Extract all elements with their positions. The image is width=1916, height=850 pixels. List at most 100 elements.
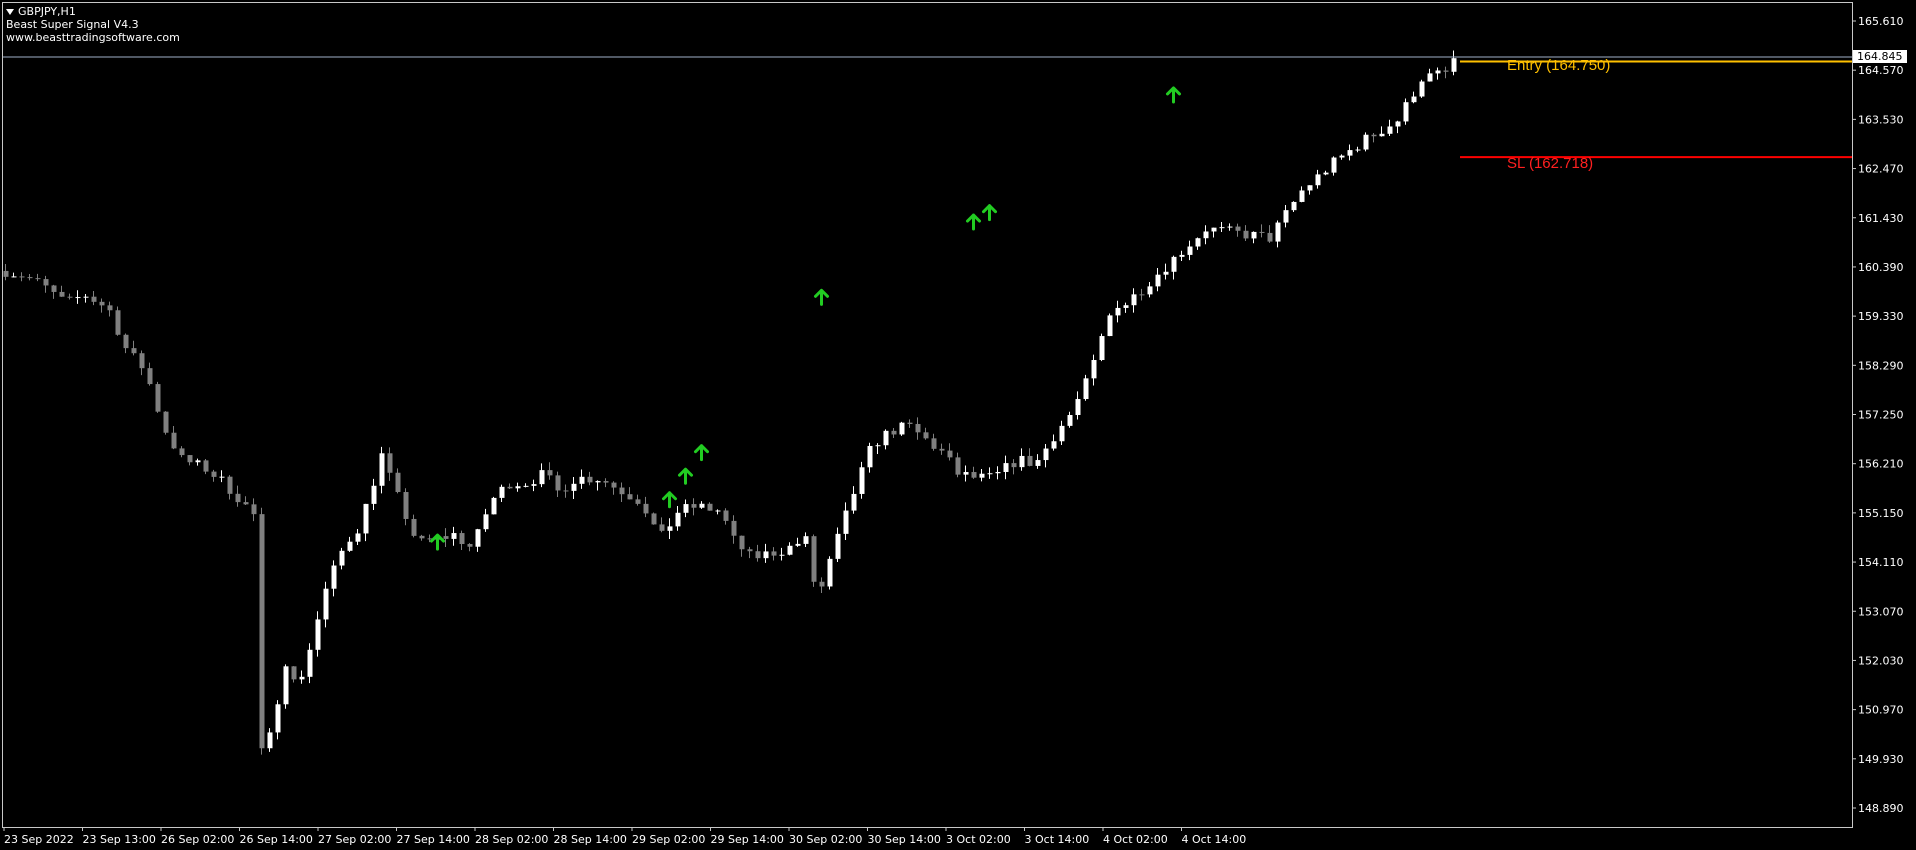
candle (1187, 240, 1193, 261)
x-tick-label: 23 Sep 2022 (4, 833, 74, 846)
candle (851, 486, 857, 514)
candle (515, 482, 521, 492)
candle (1451, 50, 1457, 76)
y-tick-label: 164.570 (1858, 64, 1904, 77)
candle (283, 664, 289, 709)
candle (867, 442, 873, 473)
candle (179, 446, 185, 458)
candle (643, 496, 649, 518)
candle (1251, 231, 1257, 244)
y-tick-label: 163.530 (1858, 113, 1904, 126)
candle (155, 381, 161, 413)
candle (803, 532, 809, 547)
candle (931, 433, 937, 451)
candle (163, 411, 169, 435)
candle (379, 446, 385, 494)
candle (1059, 420, 1065, 446)
y-tick-label: 162.470 (1858, 163, 1904, 176)
candle (1203, 225, 1209, 245)
candle (35, 273, 41, 282)
candle (507, 483, 513, 490)
price-chart[interactable]: 165.610 164.570 163.530 162.470 161.430 160.3… (0, 0, 1916, 850)
candle (1115, 300, 1121, 323)
candle (171, 426, 177, 450)
candle (107, 301, 113, 317)
candle (1275, 220, 1281, 248)
candle (1051, 434, 1057, 451)
candle (627, 487, 633, 500)
candle (147, 362, 153, 386)
candle (1011, 459, 1017, 475)
candle (1403, 98, 1409, 125)
candle (259, 507, 265, 755)
candle (891, 428, 897, 438)
candle (523, 483, 529, 488)
candle (827, 556, 833, 590)
candle (91, 290, 97, 306)
candle (139, 350, 145, 376)
candle (1019, 448, 1025, 471)
candle (771, 547, 777, 561)
candle (115, 306, 121, 336)
candle (995, 466, 1001, 480)
candle (683, 499, 689, 518)
candle (3, 264, 9, 281)
buy-arrow-icon (662, 491, 677, 509)
website-link[interactable]: www.beasttradingsoftware.com (6, 31, 180, 44)
candle (307, 643, 313, 684)
candle (531, 479, 537, 492)
candle (1259, 224, 1265, 238)
candle (955, 452, 961, 478)
axis-layer: 165.610 164.570 163.530 162.470 161.430 160.3… (3, 15, 1904, 846)
candle (219, 470, 225, 483)
candle (923, 427, 929, 440)
candle (1219, 222, 1225, 232)
x-tick-label: 3 Oct 14:00 (1025, 833, 1090, 846)
triangle-down-icon[interactable] (6, 8, 14, 15)
candle (75, 290, 81, 304)
buy-arrow-icon (1166, 86, 1181, 104)
candle (395, 468, 401, 494)
candle (723, 508, 729, 525)
candle (1331, 156, 1337, 176)
candle (411, 514, 417, 538)
symbol-title: GBPJPY,H1 (18, 5, 76, 18)
candle (595, 480, 601, 491)
candle (299, 670, 305, 684)
candle (675, 506, 681, 531)
candle (1195, 237, 1201, 250)
candle (555, 471, 561, 498)
candle (123, 333, 129, 354)
candle (67, 293, 73, 300)
candle (1131, 288, 1137, 313)
buy-arrow-icon (982, 204, 997, 222)
candle (1003, 455, 1009, 480)
candle (451, 526, 457, 546)
candle (99, 298, 105, 313)
candle (1171, 255, 1177, 280)
candle (1107, 313, 1113, 337)
candle (859, 461, 865, 499)
candle (1035, 454, 1041, 469)
candle (387, 447, 393, 481)
candle (1307, 185, 1313, 195)
indicator-name: Beast Super Signal V4.3 (6, 18, 139, 31)
x-tick-label: 29 Sep 14:00 (711, 833, 784, 846)
candle (1395, 120, 1401, 134)
candle (1363, 132, 1369, 152)
candle (795, 537, 801, 547)
candle (1419, 79, 1425, 98)
x-tick-label: 23 Sep 13:00 (83, 833, 156, 846)
candle (243, 496, 249, 506)
x-tick-label: 29 Sep 02:00 (632, 833, 705, 846)
buy-arrow-icon (678, 467, 693, 485)
current-price-tag: 164.845 (1853, 50, 1907, 63)
x-tick-label: 27 Sep 14:00 (397, 833, 470, 846)
buy-arrow-icon (966, 213, 981, 231)
candle (1267, 225, 1273, 243)
candle (443, 528, 449, 548)
candle (739, 535, 745, 557)
candle (187, 454, 193, 466)
entry-label: Entry (164.750) (1507, 57, 1611, 75)
candle (755, 544, 761, 562)
